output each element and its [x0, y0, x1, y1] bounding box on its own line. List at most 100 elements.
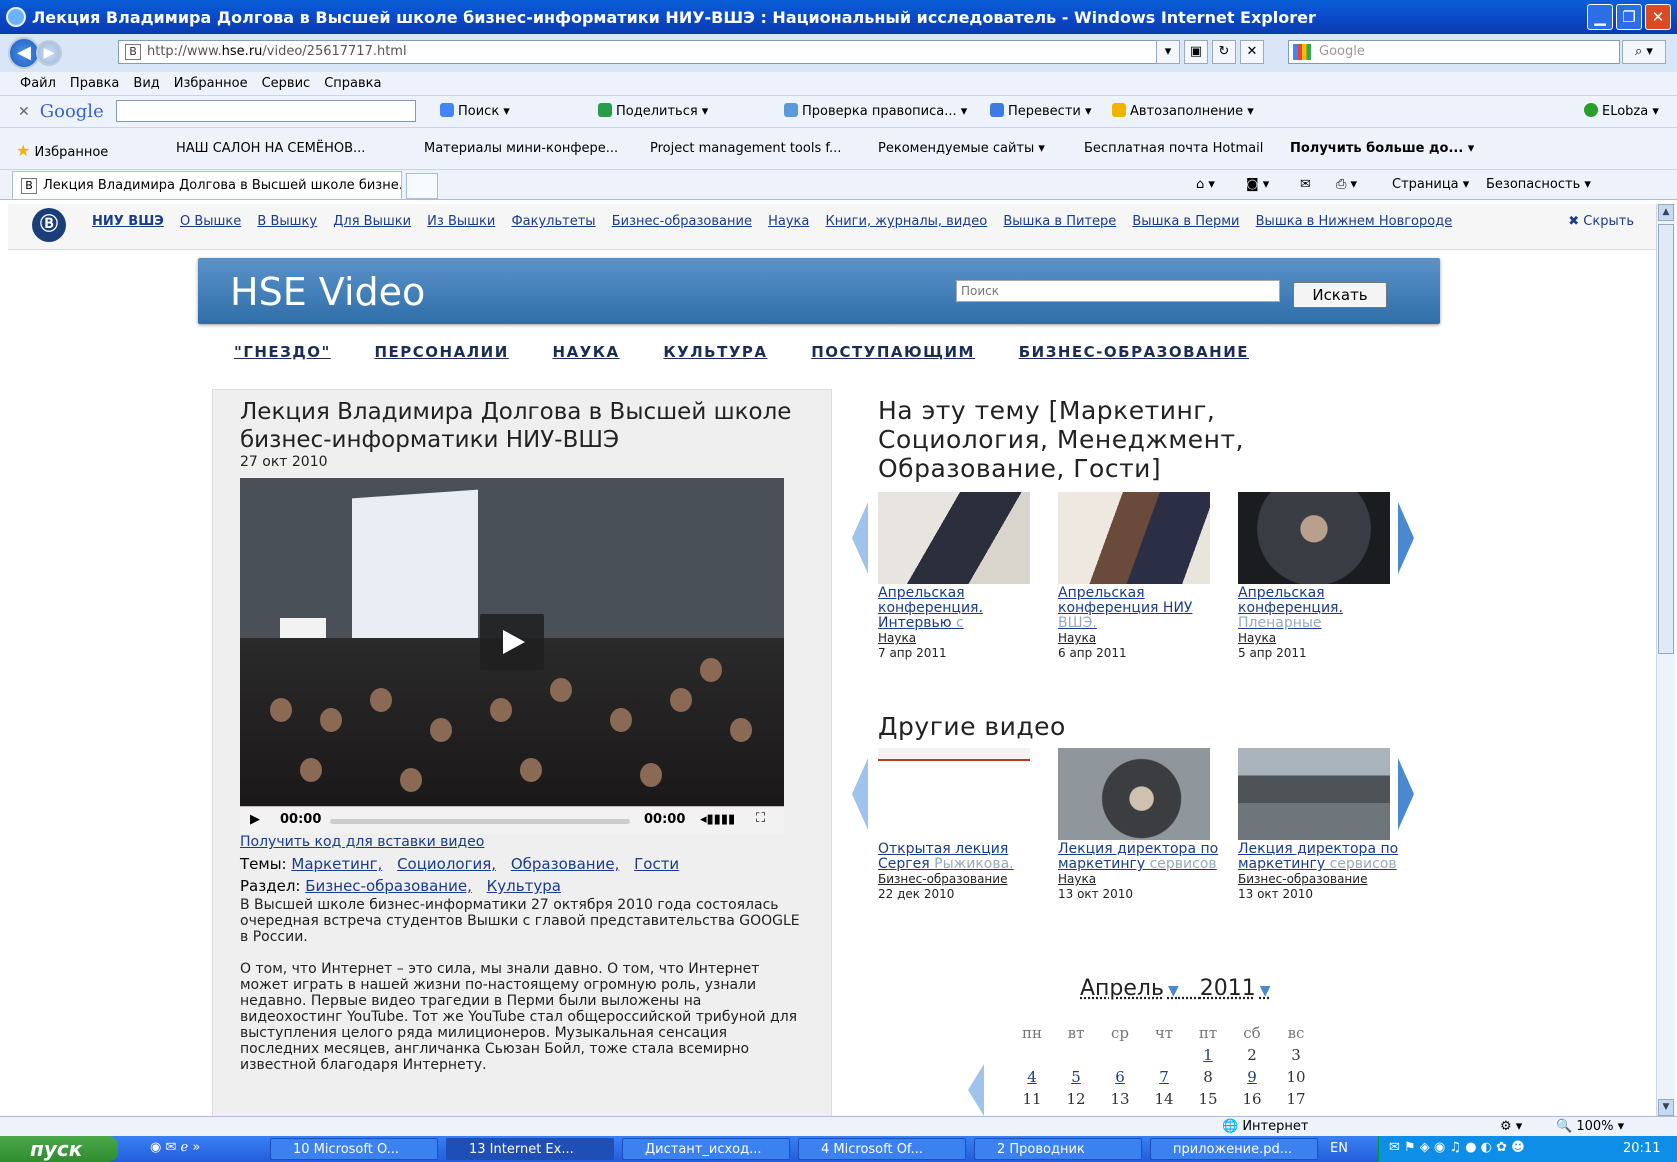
related-video-1[interactable]: Апрельская конференция. Интервью с Наука…: [878, 492, 1044, 661]
section-business[interactable]: Бизнес-образование,: [305, 877, 472, 895]
menu-edit[interactable]: Правка: [70, 76, 119, 91]
favorites-button[interactable]: ★ Избранное: [16, 141, 108, 160]
other-video-2[interactable]: Лекция директора по маркетингу сервисов …: [1058, 748, 1224, 902]
get-embed-code-link[interactable]: Получить код для вставки видео: [240, 834, 484, 850]
stop-icon[interactable]: ✕: [1240, 40, 1264, 64]
month-select[interactable]: Апрель: [1080, 976, 1164, 1001]
video-search-button[interactable]: Искать: [1293, 282, 1387, 308]
cat-applicants[interactable]: ПОСТУПАЮЩИМ: [811, 343, 975, 361]
search-button[interactable]: ⌕ ▾: [1622, 40, 1666, 64]
play-small-icon[interactable]: ▶: [250, 812, 260, 827]
other-video-1[interactable]: Открытая лекция Сергея Рыжикова. Бизнес-…: [878, 748, 1044, 902]
fav-item-5[interactable]: Бесплатная почта Hotmail: [1084, 141, 1263, 156]
menu-favorites[interactable]: Избранное: [174, 76, 248, 91]
nav-perm[interactable]: Вышка в Перми: [1132, 214, 1239, 229]
search-input[interactable]: Google: [1288, 40, 1620, 64]
related-prev-arrow[interactable]: [852, 502, 868, 574]
translate-button[interactable]: Перевести ▾: [990, 103, 1092, 119]
home-icon[interactable]: ⌂ ▾: [1196, 177, 1215, 192]
hse-logo[interactable]: Ⓑ: [32, 208, 66, 242]
thumbnail[interactable]: [878, 492, 1030, 584]
thumbnail[interactable]: [1238, 492, 1390, 584]
nav-science[interactable]: Наука: [768, 214, 809, 229]
menu-help[interactable]: Справка: [324, 76, 381, 91]
calendar-day-link[interactable]: 1: [1186, 1046, 1230, 1064]
theme-education[interactable]: Образование,: [511, 855, 620, 873]
section-culture[interactable]: Культура: [487, 877, 561, 895]
mail-icon[interactable]: ✉: [1300, 177, 1311, 192]
calendar-prev-arrow[interactable]: [968, 1064, 984, 1116]
cat-culture[interactable]: КУЛЬТУРА: [663, 343, 767, 361]
theme-guests[interactable]: Гости: [634, 855, 679, 873]
calendar-day-link[interactable]: 5: [1054, 1068, 1098, 1086]
theme-sociology[interactable]: Социология,: [397, 855, 496, 873]
nav-faculties[interactable]: Факультеты: [511, 214, 595, 229]
thumbnail[interactable]: [878, 748, 1030, 840]
restore-button[interactable]: ❐: [1616, 4, 1642, 30]
minimize-button[interactable]: ▁: [1587, 4, 1613, 30]
share-button[interactable]: Поделиться ▾: [598, 103, 708, 119]
zoom-control[interactable]: 🔍 100% ▾: [1556, 1119, 1624, 1134]
play-button[interactable]: [480, 614, 544, 670]
spellcheck-button[interactable]: Проверка правописа... ▾: [784, 103, 967, 119]
calendar-day-link[interactable]: 6: [1098, 1068, 1142, 1086]
nav-to[interactable]: В Вышку: [257, 214, 317, 229]
fullscreen-icon[interactable]: ⛶: [756, 811, 765, 826]
calendar-day-link[interactable]: 9: [1230, 1068, 1274, 1086]
close-button[interactable]: ✕: [1645, 4, 1671, 30]
video-search-input[interactable]: Поиск: [956, 280, 1280, 302]
nav-nn[interactable]: Вышка в Нижнем Новгороде: [1256, 214, 1453, 229]
video-player[interactable]: [240, 478, 784, 834]
feeds-icon[interactable]: ◙ ▾: [1246, 177, 1269, 192]
related-video-2[interactable]: Апрельская конференция НИУ ВШЭ. Наука 6 …: [1058, 492, 1224, 661]
task-office[interactable]: 4 Microsoft Of...: [798, 1138, 966, 1160]
cat-persons[interactable]: ПЕРСОНАЛИИ: [375, 343, 509, 361]
fav-item-1[interactable]: НАШ САЛОН НА СЕМЁНОВ...: [176, 141, 365, 156]
menu-file[interactable]: Файл: [20, 76, 56, 91]
volume-icon[interactable]: ◂▮▮▮▮: [700, 812, 735, 827]
tray-icons[interactable]: ✉ ⚑ ◈ ◉ ♫ ● ◐ ✿ ☻: [1389, 1140, 1525, 1155]
other-video-3[interactable]: Лекция директора по маркетингу сервисов …: [1238, 748, 1404, 902]
thumbnail[interactable]: [1058, 748, 1210, 840]
print-icon[interactable]: ⎙ ▾: [1336, 177, 1357, 192]
start-button[interactable]: пуск: [0, 1136, 118, 1162]
task-explorer[interactable]: 2 Проводник: [974, 1138, 1142, 1160]
vertical-scrollbar[interactable]: ▲ ▼: [1656, 204, 1675, 1116]
google-search-button[interactable]: Поиск ▾: [440, 103, 510, 119]
address-bar[interactable]: B http://www.hse.ru/video/25617717.html: [118, 40, 1174, 64]
language-indicator[interactable]: EN: [1330, 1141, 1348, 1156]
seek-bar[interactable]: [330, 819, 630, 824]
fav-item-2[interactable]: Материалы мини-конфере...: [424, 141, 618, 156]
cat-nest[interactable]: "ГНЕЗДО": [234, 343, 331, 361]
tab-current[interactable]: B Лекция Владимира Долгова в Высшей школ…: [12, 171, 402, 199]
nav-business[interactable]: Бизнес-образование: [612, 214, 752, 229]
new-tab-button[interactable]: [406, 173, 438, 199]
related-video-3[interactable]: Апрельская конференция. Пленарные Наука …: [1238, 492, 1404, 661]
hide-link[interactable]: ✖ Скрыть: [1568, 214, 1634, 229]
compat-icon[interactable]: ▣: [1184, 40, 1208, 64]
task-pdf[interactable]: приложение.pd...: [1150, 1138, 1318, 1160]
google-toolbar-input[interactable]: [116, 100, 416, 122]
forward-button[interactable]: ▶: [36, 40, 62, 66]
nav-from[interactable]: Из Вышки: [427, 214, 495, 229]
nav-piter[interactable]: Вышка в Питере: [1003, 214, 1116, 229]
other-prev-arrow[interactable]: [852, 758, 868, 830]
page-menu[interactable]: Страница ▾: [1392, 177, 1469, 192]
menu-tools[interactable]: Сервис: [262, 76, 311, 91]
task-outlook[interactable]: 10 Microsoft O...: [270, 1138, 438, 1160]
dropdown-icon[interactable]: ▾: [1156, 40, 1180, 64]
cat-science[interactable]: НАУКА: [553, 343, 620, 361]
task-distant[interactable]: Дистант_исход...: [622, 1138, 790, 1160]
quicklaunch-icons[interactable]: ◉ ✉ ℯ »: [150, 1140, 200, 1155]
safety-menu[interactable]: Безопасность ▾: [1486, 177, 1591, 192]
calendar-day-link[interactable]: 4: [1010, 1068, 1054, 1086]
fav-item-4[interactable]: Рекомендуемые сайты ▾: [878, 141, 1045, 156]
nav-hse[interactable]: НИУ ВШЭ: [92, 214, 164, 229]
refresh-icon[interactable]: ↻: [1212, 40, 1236, 64]
calendar-day-link[interactable]: 7: [1142, 1068, 1186, 1086]
close-toolbar-icon[interactable]: ✕: [18, 104, 30, 120]
nav-for[interactable]: Для Вышки: [333, 214, 411, 229]
nav-books[interactable]: Книги, журналы, видео: [826, 214, 988, 229]
theme-marketing[interactable]: Маркетинг,: [291, 855, 382, 873]
autofill-button[interactable]: Автозаполнение ▾: [1112, 103, 1254, 119]
